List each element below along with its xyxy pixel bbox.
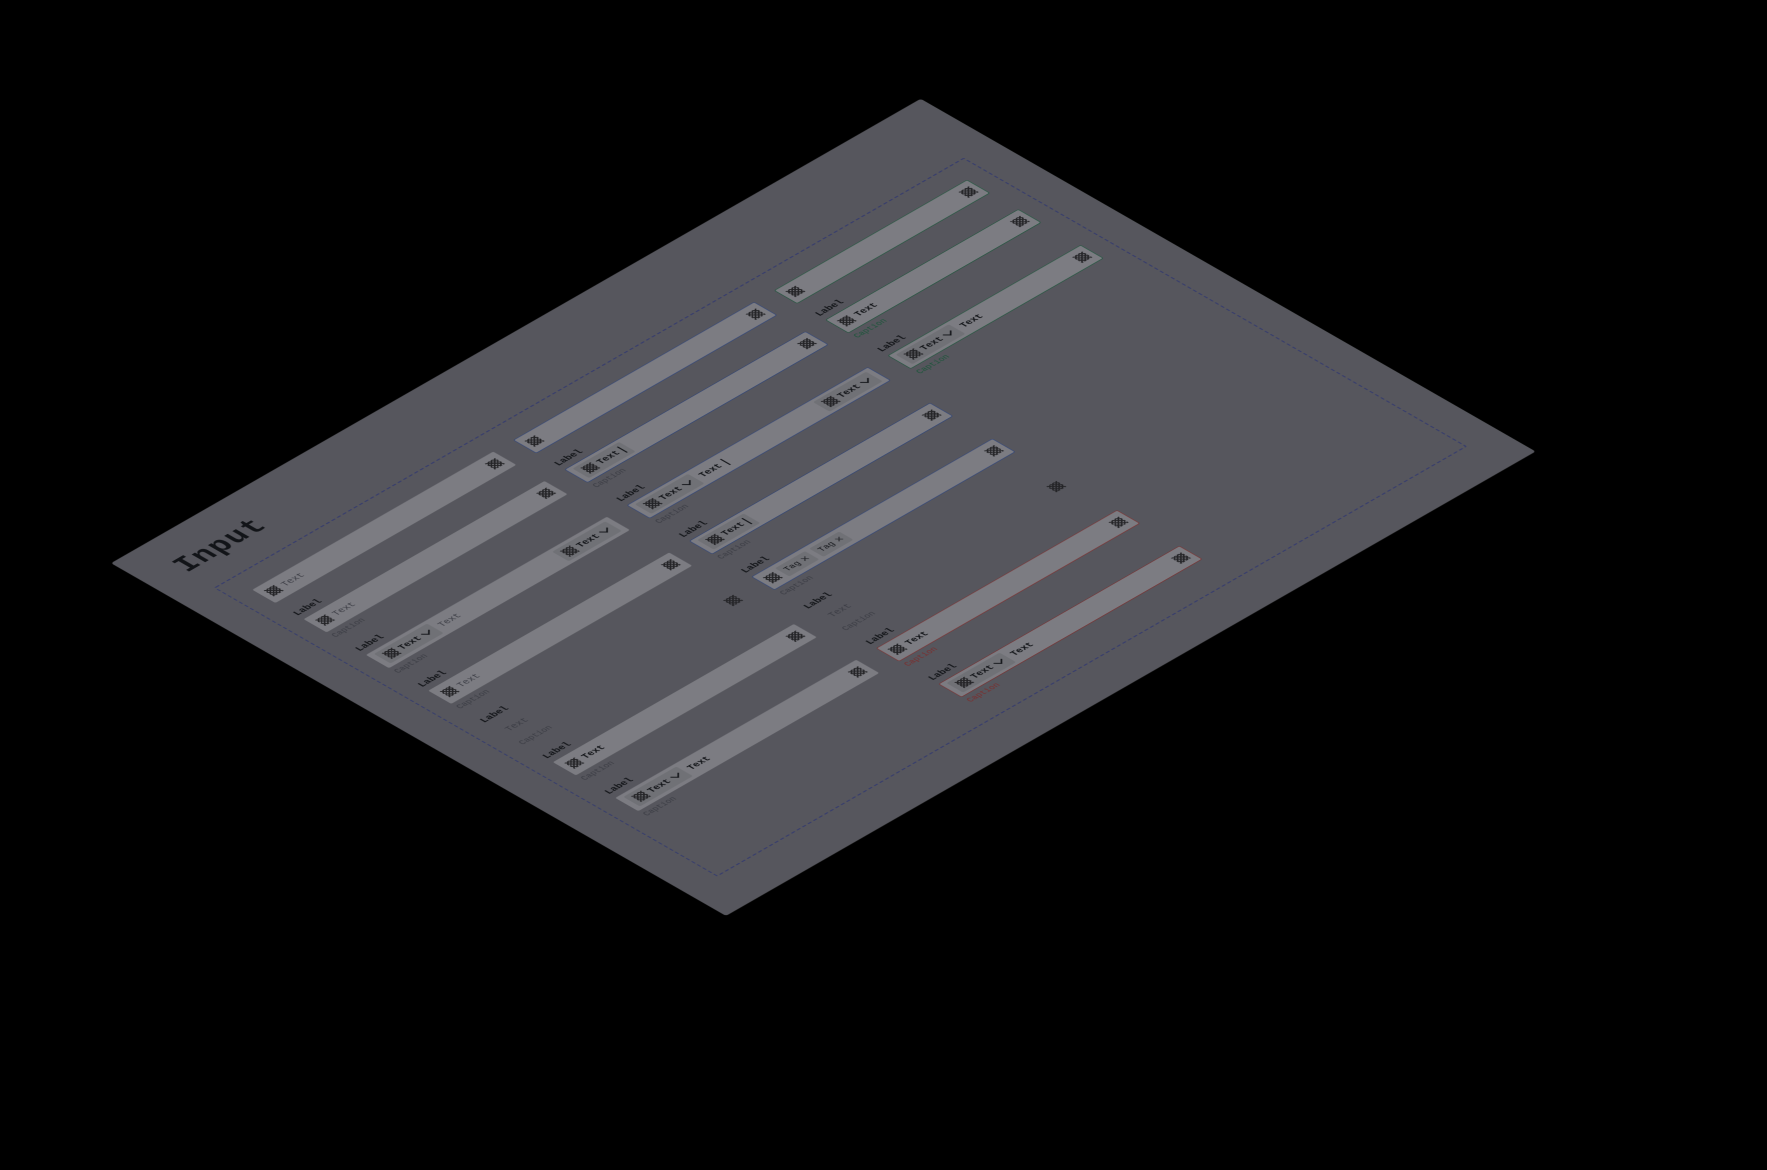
tag-label: Tag: [781, 560, 804, 573]
input-value: Text: [696, 462, 725, 479]
select-value: Text: [656, 485, 685, 502]
input-value: Text: [1007, 641, 1036, 658]
placeholder-icon: [642, 498, 662, 509]
select-value: Text: [967, 664, 996, 681]
chevron-down-icon: [858, 377, 873, 386]
placeholder-icon: [921, 409, 941, 420]
placeholder-icon: [958, 186, 978, 197]
placeholder-icon: [524, 435, 544, 446]
input-placeholder: Text: [454, 672, 483, 689]
placeholder-icon: [745, 308, 765, 319]
chevron-down-icon: [668, 772, 683, 781]
chevron-down-icon: [991, 658, 1006, 667]
input-value: Text: [578, 744, 607, 761]
select-value: Text: [395, 635, 424, 652]
placeholder-icon: [660, 559, 680, 570]
component-frame: Text Label Text: [213, 158, 1467, 877]
placeholder-icon: [954, 677, 974, 688]
artboard: Input Text: [111, 99, 1536, 916]
placeholder-icon: [1046, 481, 1066, 492]
tag-label: Tag: [815, 540, 838, 553]
input-placeholder: Text: [329, 601, 358, 618]
placeholder-icon: [836, 315, 856, 326]
placeholder-icon: [536, 488, 556, 499]
placeholder-icon: [847, 666, 867, 677]
placeholder-icon: [381, 648, 401, 659]
input-value: Text: [593, 449, 622, 466]
input-value: Text: [851, 301, 880, 318]
select-value: Text: [917, 335, 946, 352]
placeholder-icon: [1010, 216, 1030, 227]
chevron-down-icon: [680, 479, 695, 488]
input-value: Text: [956, 312, 985, 329]
placeholder-icon: [485, 458, 505, 469]
chevron-down-icon: [941, 329, 956, 338]
input-placeholder: Text: [278, 571, 307, 588]
placeholder-icon: [785, 631, 805, 642]
placeholder-icon: [797, 338, 817, 349]
placeholder-icon: [439, 686, 459, 697]
input-placeholder: Text: [502, 716, 531, 733]
select-value: Text: [573, 532, 602, 549]
input-placeholder: Text: [435, 612, 464, 629]
placeholder-icon: [820, 396, 840, 407]
chevron-down-icon: [419, 629, 434, 638]
placeholder-icon: [984, 445, 1004, 456]
placeholder-icon: [887, 643, 907, 654]
placeholder-icon: [723, 595, 743, 606]
input-value: Text: [718, 521, 747, 538]
input-value: Text: [684, 755, 713, 772]
placeholder-icon: [785, 286, 805, 297]
placeholder-icon: [903, 348, 923, 359]
select-value: Text: [644, 777, 673, 794]
chevron-down-icon: [597, 526, 612, 535]
placeholder-icon: [1072, 252, 1092, 263]
input-placeholder: Text: [825, 602, 854, 619]
select-value: Text: [834, 383, 863, 400]
placeholder-icon: [315, 614, 335, 625]
placeholder-icon: [705, 534, 725, 545]
placeholder-icon: [763, 572, 783, 583]
placeholder-icon: [1108, 517, 1128, 528]
placeholder-icon: [580, 462, 600, 473]
placeholder-icon: [564, 757, 584, 768]
placeholder-icon: [263, 585, 283, 596]
placeholder-icon: [560, 545, 580, 556]
placeholder-icon: [631, 791, 651, 802]
placeholder-icon: [1171, 552, 1191, 563]
input-value: Text: [902, 630, 931, 647]
